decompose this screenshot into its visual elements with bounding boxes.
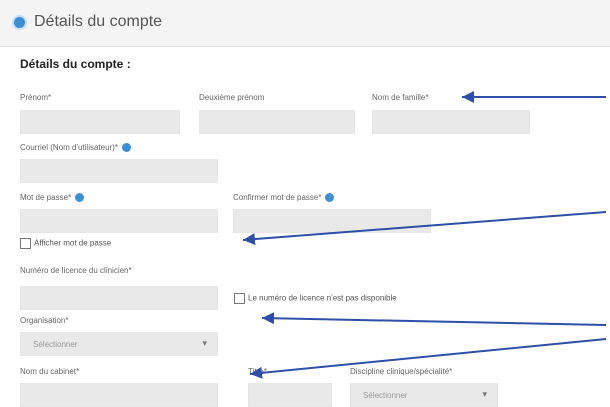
arrow-show-password [242, 211, 607, 246]
arrow-license-unavailable [261, 312, 607, 326]
arrow-title [249, 338, 607, 379]
annotation-arrows [242, 91, 607, 379]
